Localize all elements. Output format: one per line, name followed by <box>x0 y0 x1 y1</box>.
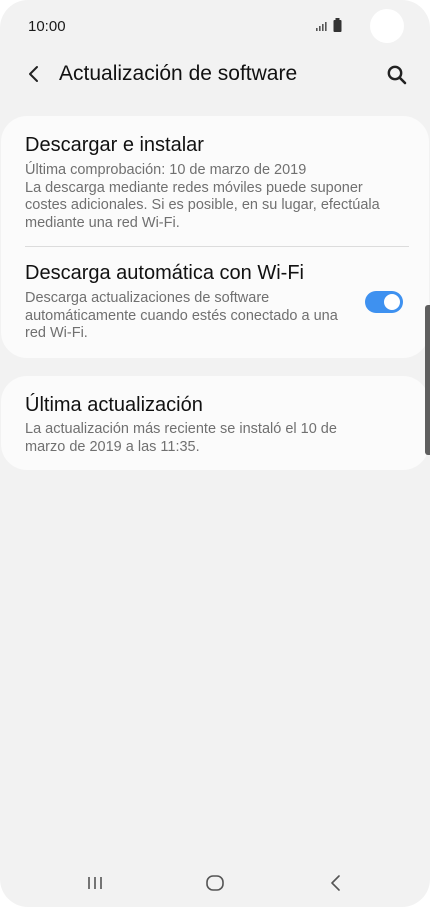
back-button[interactable] <box>22 60 48 88</box>
last-update-subtitle: La actualización más reciente se instaló… <box>25 421 337 455</box>
auto-download-subtitle: Descarga actualizaciones de software aut… <box>25 290 338 341</box>
recent-apps-button[interactable] <box>81 868 111 898</box>
search-icon <box>387 65 407 85</box>
divider <box>25 246 409 247</box>
last-update-card[interactable]: Última actualización La actualización má… <box>1 376 429 470</box>
scroll-indicator[interactable] <box>425 305 430 455</box>
recent-apps-icon <box>88 877 102 889</box>
toggle-knob <box>382 292 402 312</box>
battery-icon <box>333 18 342 39</box>
phone-screen: 10:00 Actualización de software Descarga… <box>0 0 430 907</box>
navigation-bar <box>0 860 430 907</box>
chevron-left-icon <box>29 66 38 82</box>
status-time: 10:00 <box>28 18 66 35</box>
camera-cutout <box>370 9 404 43</box>
page-title: Actualización de software <box>59 62 298 85</box>
auto-download-toggle[interactable] <box>365 291 403 313</box>
download-install-title: Descargar e instalar <box>25 134 204 156</box>
auto-download-title: Descarga automática con Wi-Fi <box>25 262 304 284</box>
home-icon <box>206 875 224 891</box>
status-bar: 10:00 <box>0 0 430 54</box>
back-icon <box>331 875 340 891</box>
nav-back-button[interactable] <box>321 868 351 898</box>
app-bar: Actualización de software <box>0 52 430 98</box>
download-install-item[interactable]: Descargar e instalar Última comprobación… <box>1 116 429 240</box>
home-button[interactable] <box>200 868 230 898</box>
last-update-title: Última actualización <box>25 394 203 416</box>
search-button[interactable] <box>384 62 410 88</box>
update-settings-card: Descargar e instalar Última comprobación… <box>1 116 429 358</box>
download-install-subtitle: Última comprobación: 10 de marzo de 2019… <box>25 162 380 231</box>
